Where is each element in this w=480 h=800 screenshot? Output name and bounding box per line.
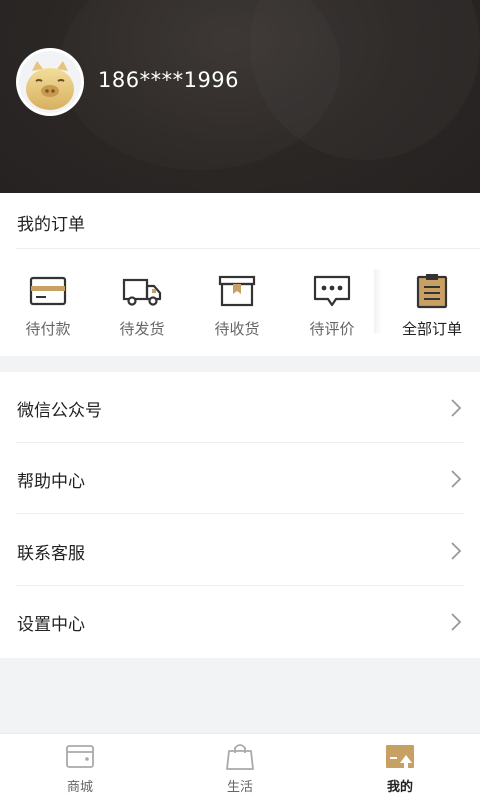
order-all[interactable]: 全部订单 [392,273,472,339]
order-label: 待收货 [214,320,260,338]
menu-item-settings[interactable]: 设置中心 [0,586,480,657]
settings-menu: 微信公众号 帮助中心 联系客服 设置中心 [0,372,480,658]
divider [16,248,480,249]
separator [374,269,382,333]
wallet-icon [65,742,95,770]
menu-item-wechat[interactable]: 微信公众号 [0,372,480,443]
order-pending-shipment[interactable]: 待发货 [102,273,182,339]
shopping-bag-icon [225,742,255,770]
menu-item-label: 设置中心 [17,615,85,635]
tab-label: 我的 [386,780,413,795]
tab-label: 生活 [226,780,253,795]
tab-mine[interactable]: 我的 [360,742,440,795]
menu-item-label: 联系客服 [17,544,85,564]
chevron-right-icon [451,399,462,417]
order-label: 全部订单 [401,320,462,338]
wallet-card-icon [28,273,68,309]
profile-header: 186****1996 [0,0,480,193]
pig-avatar-icon [19,51,81,113]
order-label: 待评价 [309,320,355,338]
menu-item-support[interactable]: 联系客服 [0,515,480,586]
profile-card-icon [385,742,415,770]
avatar[interactable] [16,48,84,116]
order-label: 待付款 [25,320,71,338]
chevron-right-icon [451,470,462,488]
bottom-tab-bar: 商城 生活 我的 [0,733,480,800]
tab-mall[interactable]: 商城 [40,742,120,795]
chevron-right-icon [451,542,462,560]
package-box-icon [217,273,257,309]
clipboard-list-icon [412,273,452,309]
menu-item-label: 微信公众号 [17,401,102,421]
menu-item-label: 帮助中心 [17,472,85,492]
divider [16,513,464,514]
orders-title: 我的订单 [17,215,85,235]
order-label: 待发货 [119,320,165,338]
order-pending-review[interactable]: 待评价 [292,273,372,339]
menu-item-help[interactable]: 帮助中心 [0,443,480,514]
comment-bubble-icon [312,273,352,309]
orders-section: 我的订单 待付款 待发货 待收货 待评价 全部订单 [0,193,480,356]
username: 186****1996 [98,68,240,92]
order-pending-payment[interactable]: 待付款 [8,273,88,339]
delivery-truck-icon [122,273,162,309]
order-pending-receipt[interactable]: 待收货 [197,273,277,339]
chevron-right-icon [451,613,462,631]
tab-life[interactable]: 生活 [200,742,280,795]
tab-label: 商城 [66,780,93,795]
